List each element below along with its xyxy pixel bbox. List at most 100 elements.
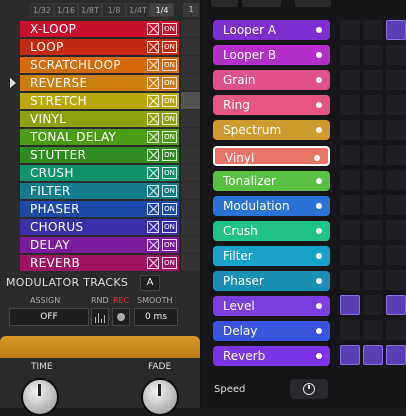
rate-tab-1-4[interactable]: 1/4 [150,3,174,17]
grid-step[interactable] [340,170,360,190]
grid-step[interactable] [386,145,406,165]
effect-on-toggle[interactable]: ON [162,203,177,215]
grid-step[interactable] [386,220,406,240]
chip-dot-icon[interactable] [316,328,322,335]
grid-step[interactable] [363,345,383,365]
effect-on-toggle[interactable]: ON [162,257,177,269]
effect-on-toggle[interactable]: ON [162,59,177,71]
random-button[interactable] [91,308,109,326]
lane-cell[interactable] [180,164,200,181]
fade-knob[interactable] [141,378,179,416]
grid-step[interactable] [340,20,360,40]
chip-dot-icon[interactable] [316,227,322,234]
grid-step[interactable] [385,20,406,40]
effect-row[interactable]: REVERSE ON [6,74,179,92]
lane-cell[interactable] [180,218,200,235]
lane-cell[interactable] [180,254,200,271]
effect-row[interactable]: DELAY ON [6,236,179,254]
chip-dot-icon[interactable] [316,353,322,360]
grid-step[interactable] [340,220,360,240]
grid-step[interactable] [363,295,383,315]
chip-dot-icon[interactable] [316,303,322,310]
assign-select[interactable]: OFF [9,308,89,326]
grid-step[interactable] [386,70,406,90]
chip-dot-icon[interactable] [316,27,322,33]
modulator-chip[interactable]: Crush [213,220,330,241]
grid-step[interactable] [363,70,383,90]
grid-step[interactable] [386,270,406,290]
lane-cell[interactable] [180,128,200,145]
effect-row[interactable]: FILTER ON [6,182,179,200]
effect-on-toggle[interactable]: ON [162,113,177,125]
effect-row[interactable]: SCRATCHLOOP ON [6,56,179,74]
lane-cell[interactable] [180,74,200,91]
lane-cell[interactable] [180,38,200,55]
grid-step[interactable] [340,45,360,65]
rate-tab-1-32[interactable]: 1/32 [30,3,54,17]
grid-step[interactable] [340,95,360,115]
speed-button[interactable] [290,379,328,399]
effect-on-toggle[interactable]: ON [162,95,177,107]
close-icon[interactable] [147,113,159,125]
lane-cell[interactable] [180,146,200,163]
modulator-chip[interactable]: Delay [213,321,330,342]
rate-tab-1-4t[interactable]: 1/4T [126,3,150,17]
grid-step[interactable] [386,120,406,140]
host-sync-button[interactable] [241,0,282,7]
grid-step[interactable] [363,220,383,240]
grid-step[interactable] [386,45,406,65]
grid-step[interactable] [340,345,360,365]
lane-cell[interactable] [180,182,200,199]
grid-step[interactable] [385,295,406,315]
effect-row[interactable]: PHASER ON [6,200,179,218]
grid-step[interactable] [362,20,383,40]
chip-dot-icon[interactable] [316,102,322,109]
modulator-chip[interactable]: Level [213,296,330,317]
grid-step[interactable] [340,70,360,90]
grid-step[interactable] [363,95,383,115]
grid-step[interactable] [340,120,360,140]
close-icon[interactable] [147,149,159,161]
rate-tab-1-8[interactable]: 1/8 [102,3,126,17]
chip-dot-icon[interactable] [316,177,322,184]
lane-cell[interactable] [180,20,200,37]
chip-dot-icon[interactable] [316,252,322,259]
close-icon[interactable] [147,185,159,197]
effect-row[interactable]: REVERB ON [6,254,179,272]
effect-row[interactable]: VINYL ON [6,110,179,128]
grid-step[interactable] [340,295,361,315]
modulator-tracks-select[interactable]: A [140,275,160,291]
grid-step[interactable] [386,195,406,215]
effect-row[interactable]: LOOP ON [6,38,179,56]
grid-step[interactable] [340,145,360,165]
modulator-chip[interactable]: Reverb [213,346,330,367]
grid-step[interactable] [363,145,383,165]
effect-on-toggle[interactable]: ON [162,167,177,179]
record-button[interactable] [112,308,130,326]
effect-row[interactable]: X-LOOP ON [6,20,179,38]
lane-cell[interactable] [180,110,200,127]
grid-step[interactable] [363,245,383,265]
close-icon[interactable] [147,131,159,143]
close-icon[interactable] [147,167,159,179]
grid-step[interactable] [363,120,383,140]
rate-tab-1-8t[interactable]: 1/8T [78,3,102,17]
play-button[interactable] [211,0,238,7]
close-icon[interactable] [147,95,159,107]
grid-step[interactable] [386,170,406,190]
close-icon[interactable] [147,23,159,35]
modulator-chip[interactable]: Tonalizer [213,170,330,191]
lane-cell[interactable] [180,236,200,253]
close-icon[interactable] [147,59,159,71]
chip-dot-icon[interactable] [316,127,322,134]
effect-on-toggle[interactable]: ON [162,41,177,53]
modulator-chip[interactable]: Modulation [213,195,330,216]
effect-row[interactable]: TONAL DELAY ON [6,128,179,146]
effect-on-toggle[interactable]: ON [162,185,177,197]
close-icon[interactable] [147,221,159,233]
grid-step[interactable] [363,45,383,65]
modulator-chip[interactable]: Looper B [213,45,330,66]
grid-step[interactable] [386,320,406,340]
close-icon[interactable] [147,257,159,269]
modulator-chip[interactable]: Phaser [213,271,330,291]
